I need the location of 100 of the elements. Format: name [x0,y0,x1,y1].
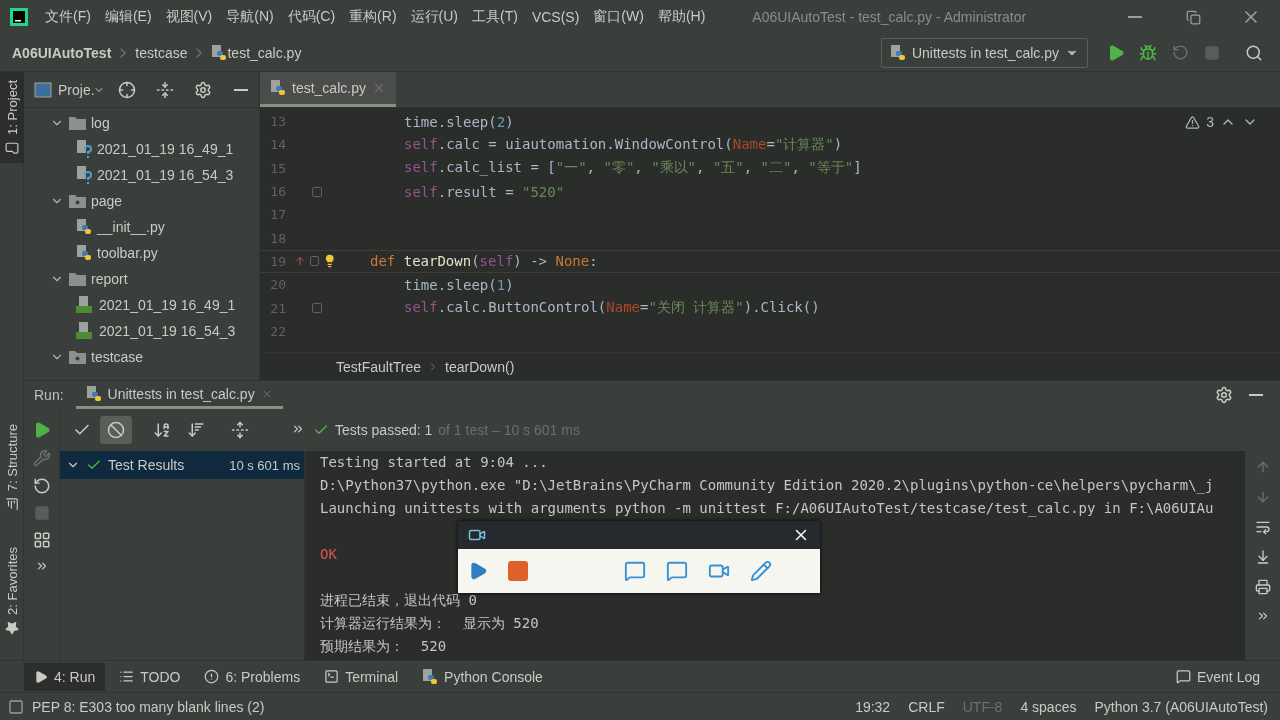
panel-toggle-icon [8,698,24,715]
console-line: Launching unittests with arguments python -m unittest F:/A06UIAutoTest/testcase/test_calc.py in F:\A06UIAu [320,499,1215,519]
code-line: self.calc = uiautomation.WindowControl(Name="计算器") [404,135,843,154]
fold-marker[interactable] [309,256,319,267]
menu-item[interactable]: 代码(C) [280,8,343,26]
debug-icon [1139,43,1157,62]
breadcrumb[interactable]: A06UIAutoTest [12,44,112,61]
run-config-dropdown[interactable]: Unittests in test_calc.py [880,37,1088,68]
tool-window-tab[interactable]: 1: Project [0,72,24,163]
panel-title[interactable]: Proje. [58,81,95,98]
restore-icon [1185,9,1201,25]
console-line: 进程已结束，退出代码 0 [320,591,478,610]
status-item[interactable]: Python 3.7 (A06UIAutoTest) [1094,698,1268,715]
sort-alpha-icon [153,421,171,439]
run-icon [1107,43,1125,62]
code-line: time.sleep(1) [404,276,514,293]
console-line: 计算器运行结果为： 显示为 520 [320,614,540,633]
tree-item[interactable]: __init__.py [24,214,259,240]
tree-item[interactable]: toolbar.py [24,240,259,266]
event-log-button[interactable]: Event Log [1165,662,1270,691]
fold-marker[interactable] [312,186,322,197]
menu-item[interactable]: 文件(F) [38,8,98,26]
package-folder-icon [69,350,86,364]
expand-icon [231,421,249,439]
tool-window-button[interactable]: 4: Run [24,662,106,691]
locate-icon [117,80,136,99]
tree-item[interactable]: 2021_01_19 16_54_3 [24,162,259,188]
play-icon [34,669,48,684]
play-icon [468,561,488,581]
python-file-icon [270,80,286,96]
editor-tab[interactable]: test_calc.py [260,72,396,107]
menu-item[interactable]: 窗口(W) [586,8,651,26]
menu-item[interactable]: 视图(V) [158,8,220,26]
tree-item-label: toolbar.py [97,245,158,261]
minimize-icon [1249,394,1263,396]
tool-window-button[interactable]: Terminal [314,662,409,691]
tool-window-tab[interactable]: 7: Structure [0,416,24,520]
settings-icon [1215,386,1233,404]
menu-item[interactable]: VCS(S) [524,9,587,25]
star-icon [4,621,19,636]
test-result-label: Test Results [108,457,185,473]
console-line: D:\Python37\python.exe "D:\JetBrains\PyCharm Community Edition 2020.2\plugins\python-ce\helpers\pycharm\_j [320,476,1215,496]
tool-window-button[interactable]: TODO [109,662,191,691]
tree-item[interactable]: testcase [24,344,259,370]
tool-window-tab[interactable]: 2: Favorites [0,539,24,644]
tree-item[interactable]: 2021_01_19 16_49_1 [24,292,259,318]
tree-item-label: __init__.py [97,219,165,235]
pencil-icon [750,560,772,582]
warning-count: 3 [1206,114,1214,130]
status-item[interactable]: 4 spaces [1020,698,1077,715]
python-file-icon [85,385,102,402]
tree-item-label: 2021_01_19 16_54_3 [99,323,236,339]
menu-item[interactable]: 帮助(H) [650,8,713,26]
tests-status: Tests passed: 1 [335,422,433,438]
tool-window-button[interactable]: 6: Problems [194,662,311,691]
structure-icon [4,497,19,512]
console-line: 预期结果为： 520 [320,637,448,656]
stop-icon [1204,44,1220,61]
code-line: time.sleep(2) [404,113,514,130]
python-icon [422,668,439,685]
menu-item[interactable]: 编辑(E) [97,8,159,26]
tree-item[interactable]: 2021_01_19 16_54_3 [24,318,259,344]
code-line: def tearDown(self) -> None: [370,253,598,270]
test-result-row[interactable]: Test Results 10 s 601 ms [60,451,304,479]
breadcrumb[interactable]: tearDown() [445,358,515,375]
html-file-icon [76,322,94,340]
warning-icon [1185,114,1201,130]
status-message: PEP 8: E303 too many blank lines (2) [32,698,266,715]
code-line: self.result = "520" [404,183,565,200]
search-icon [1245,43,1263,62]
tool-window-button[interactable]: Python Console [412,662,553,691]
package-folder-icon [69,194,86,208]
menu-item[interactable]: 重构(R) [342,8,404,26]
minimize-icon [233,88,248,91]
window-title: A06UIAutoTest - test_calc.py - Administrator [752,9,1028,25]
python-file-icon [76,219,92,235]
html-file-icon [76,296,94,314]
status-item[interactable]: 19:32 [855,698,891,715]
tree-item-label: page [91,193,123,209]
run-tab[interactable]: Unittests in test_calc.py [75,381,283,409]
python-icon [889,44,906,61]
tree-item[interactable]: 2021_01_19 16_49_1 [24,136,259,162]
python-file-icon [211,44,228,61]
breadcrumb[interactable]: testcase [135,44,188,61]
menu-item[interactable]: 运行(U) [403,8,465,26]
menu-item[interactable]: 导航(N) [219,8,281,26]
menu-item[interactable]: 工具(T) [465,8,525,26]
speech-bubble-icon [1175,669,1191,684]
alert-icon [204,669,220,684]
breadcrumb[interactable]: TestFaultTree [336,358,422,375]
breadcrumb[interactable]: test_calc.py [227,44,302,61]
tree-item[interactable]: report [24,266,259,292]
tree-item[interactable]: page [24,188,259,214]
status-item[interactable]: CRLF [908,698,945,715]
panel-label: Run: [34,387,64,403]
fold-marker[interactable] [312,303,322,313]
sort-duration-icon [187,421,205,439]
tree-item-label: 2021_01_19 16_54_3 [97,167,234,183]
tree-item[interactable]: log [24,110,259,136]
tree-item-label: report [91,271,128,287]
